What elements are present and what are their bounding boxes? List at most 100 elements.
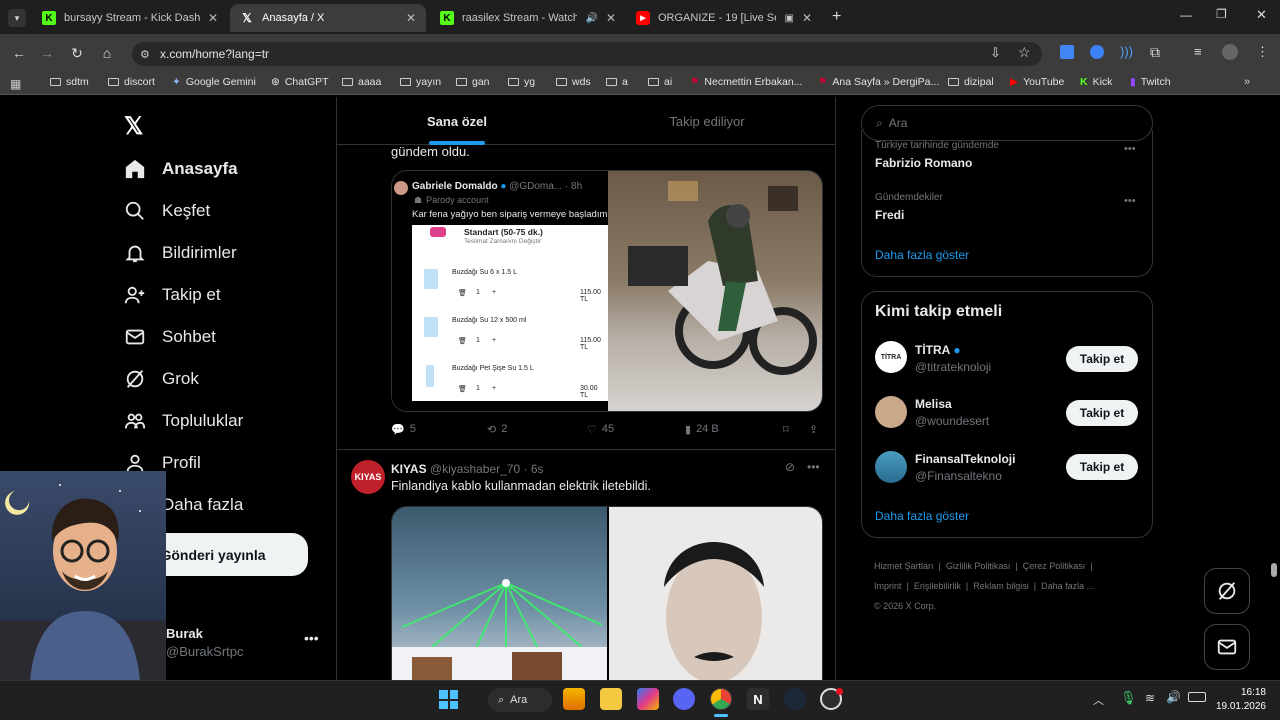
- share-icon[interactable]: ⇪: [809, 423, 818, 436]
- tab-list-button[interactable]: ▾: [8, 9, 26, 27]
- bookmark-icon[interactable]: ⌑: [783, 423, 789, 436]
- show-more-trends-link[interactable]: Daha fazla göster: [875, 248, 969, 262]
- notion-icon[interactable]: N: [747, 688, 769, 710]
- bookmark-yg[interactable]: yg: [508, 76, 535, 88]
- nav-grok[interactable]: Grok: [124, 368, 199, 390]
- nav-explore[interactable]: Keşfet: [124, 200, 210, 222]
- trend-item-fabrizio[interactable]: Fabrizio Romano: [875, 156, 972, 170]
- taskbar-date[interactable]: 19.01.2026: [1214, 701, 1266, 712]
- bookmark-a[interactable]: a: [606, 76, 628, 88]
- new-tab-button[interactable]: +: [832, 8, 841, 26]
- microphone-icon[interactable]: 🎙: [1120, 690, 1137, 706]
- post-media[interactable]: [391, 506, 823, 680]
- media-controls-icon[interactable]: ≡: [1194, 44, 1202, 59]
- close-icon[interactable]: ✕: [406, 11, 416, 25]
- battery-icon[interactable]: [1188, 692, 1206, 702]
- close-icon[interactable]: ✕: [208, 11, 218, 25]
- windows-start-icon[interactable]: [439, 690, 458, 709]
- bookmark-twitch[interactable]: ▮ Twitch: [1130, 76, 1171, 88]
- bookmark-star-icon[interactable]: ☆: [1018, 44, 1031, 61]
- reload-button[interactable]: ↻: [66, 42, 88, 64]
- post-kiyas[interactable]: KIYAS KIYAS @kiyashaber_70 · 6s ⊘ ••• Fi…: [337, 450, 835, 680]
- bookmark-kick[interactable]: K Kick: [1080, 76, 1112, 88]
- chrome-icon[interactable]: [710, 688, 732, 710]
- bookmark-chatgpt[interactable]: ⊛ ChatGPT: [271, 76, 329, 88]
- copilot-icon[interactable]: [637, 688, 659, 710]
- bookmark-dergipark[interactable]: ⚑ Ana Sayfa » DergiPa...: [818, 76, 939, 88]
- bookmark-discort[interactable]: discort: [108, 76, 155, 88]
- install-app-icon[interactable]: ⇩: [990, 45, 1001, 61]
- tab-youtube[interactable]: ▶ ORGANIZE - 19 [Live Session] ▣ ✕: [626, 4, 822, 32]
- profile-avatar-icon[interactable]: [1222, 44, 1238, 60]
- forward-button[interactable]: →: [36, 42, 58, 64]
- site-info-icon[interactable]: ⚙: [140, 48, 150, 61]
- suggestion-name[interactable]: FinansalTeknoloji: [915, 452, 1015, 466]
- grok-icon[interactable]: ⊘: [785, 460, 795, 474]
- views-button[interactable]: ▮ 24 B: [685, 423, 719, 436]
- more-dots-icon[interactable]: •••: [1124, 143, 1136, 155]
- nav-follow[interactable]: Takip et: [124, 284, 221, 306]
- follow-button-finansal[interactable]: Takip et: [1066, 454, 1138, 480]
- more-dots-icon[interactable]: •••: [807, 460, 820, 474]
- follow-button-melisa[interactable]: Takip et: [1066, 400, 1138, 426]
- wifi-icon[interactable]: ≋: [1145, 691, 1155, 705]
- show-more-suggestions-link[interactable]: Daha fazla göster: [875, 509, 969, 523]
- close-icon[interactable]: ✕: [606, 11, 616, 25]
- finansal-avatar[interactable]: [875, 451, 907, 483]
- steam-icon[interactable]: [784, 688, 806, 710]
- file-explorer-icon[interactable]: [600, 688, 622, 710]
- tab-for-you[interactable]: Sana özel: [337, 97, 577, 145]
- trend-item-fredi[interactable]: Fredi: [875, 208, 904, 222]
- taskbar-time[interactable]: 16:18: [1236, 687, 1266, 698]
- more-dots-icon[interactable]: •••: [1124, 195, 1136, 207]
- suggestion-name[interactable]: Melisa: [915, 397, 952, 411]
- taskbar-search[interactable]: ⌕ Ara: [488, 688, 552, 712]
- bookmark-wds[interactable]: wds: [556, 76, 591, 88]
- x-logo[interactable]: 𝕏: [124, 112, 143, 141]
- bookmark-google-gemini[interactable]: ✦ Google Gemini: [172, 76, 256, 88]
- suggestion-name[interactable]: TİTRA ●: [915, 343, 961, 357]
- messages-float-button[interactable]: [1204, 624, 1250, 670]
- titra-avatar[interactable]: TİTRA: [875, 341, 907, 373]
- nav-notifications[interactable]: Bildirimler: [124, 242, 237, 264]
- melisa-avatar[interactable]: [875, 396, 907, 428]
- extension-icon[interactable]: [1090, 45, 1104, 59]
- maximize-button[interactable]: ❐: [1216, 7, 1227, 21]
- translate-extension-icon[interactable]: [1060, 45, 1074, 59]
- bookmark-sdtm[interactable]: sdtm: [50, 76, 89, 88]
- quote-media[interactable]: Gabriele Domaldo ● @GDoma... · 8h ☗ Paro…: [391, 170, 823, 412]
- bookmark-aaaa[interactable]: aaaa: [342, 76, 381, 88]
- kiyas-avatar[interactable]: KIYAS: [351, 460, 385, 494]
- extension-audio-icon[interactable]: ))): [1120, 44, 1133, 59]
- tab-x-home[interactable]: 𝕏 Anasayfa / X ✕: [230, 4, 426, 32]
- more-bookmarks-icon[interactable]: »: [1244, 76, 1250, 88]
- tab-following[interactable]: Takip ediliyor: [587, 97, 827, 145]
- minimize-button[interactable]: —: [1180, 8, 1192, 22]
- timeline[interactable]: Sana özel Takip ediliyor gündem oldu. Ga…: [336, 97, 836, 680]
- bookmark-youtube[interactable]: ▶ YouTube: [1010, 76, 1064, 88]
- tab-kick-dashboard[interactable]: K bursayy Stream - Kick Dashboard ✕: [32, 4, 228, 32]
- browser-menu-icon[interactable]: ⋮: [1256, 44, 1269, 60]
- bookmark-yayin[interactable]: yayın: [400, 76, 441, 88]
- back-button[interactable]: ←: [8, 42, 30, 64]
- like-button[interactable]: ♡ 45: [587, 423, 614, 436]
- address-bar[interactable]: ⚙ x.com/home?lang=tr: [132, 42, 1042, 66]
- repost-button[interactable]: ⟲ 2: [487, 423, 507, 436]
- bookmark-gan[interactable]: gan: [456, 76, 490, 88]
- page-scrollbar[interactable]: [1270, 100, 1278, 680]
- scrollbar-thumb[interactable]: [1271, 563, 1277, 577]
- nav-messages[interactable]: Sohbet: [124, 326, 216, 348]
- tray-chevron-icon[interactable]: ︿: [1093, 692, 1104, 708]
- close-icon[interactable]: ✕: [802, 11, 812, 25]
- reply-button[interactable]: 💬 5: [391, 423, 416, 436]
- home-button[interactable]: ⌂: [96, 42, 118, 64]
- bookmark-dizipal[interactable]: dizipal: [948, 76, 994, 88]
- bookmark-necmettin[interactable]: ⚑ Necmettin Erbakan...: [690, 76, 802, 88]
- nav-home[interactable]: Anasayfa: [124, 158, 238, 180]
- close-window-button[interactable]: ✕: [1256, 7, 1267, 23]
- apps-grid-icon[interactable]: ▦: [10, 77, 21, 91]
- tab-kick-watch[interactable]: K raasilex Stream - Watch Live 🔊 ✕: [430, 4, 626, 32]
- nav-communities[interactable]: Topluluklar: [124, 410, 243, 432]
- discord-icon[interactable]: [673, 688, 695, 710]
- grok-float-button[interactable]: [1204, 568, 1250, 614]
